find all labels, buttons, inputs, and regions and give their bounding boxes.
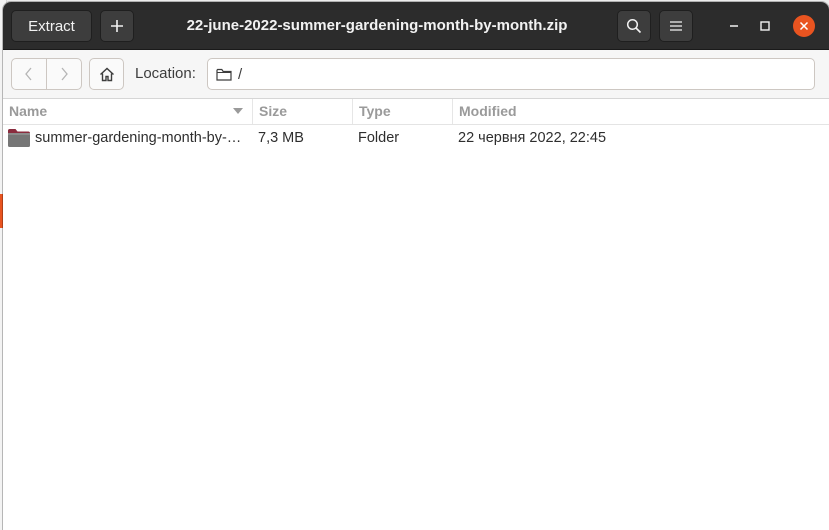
- menu-button[interactable]: [659, 10, 693, 42]
- extract-button[interactable]: Extract: [11, 10, 92, 42]
- folder-icon: [8, 129, 30, 147]
- archive-manager-window: Extract 22-june-2022-summer-gardening-mo…: [3, 2, 829, 530]
- header-bar: Extract 22-june-2022-summer-gardening-mo…: [3, 2, 829, 50]
- maximize-icon: [760, 21, 770, 31]
- chevron-right-icon: [61, 67, 68, 81]
- minimize-icon: [730, 25, 738, 27]
- location-label: Location:: [135, 65, 196, 82]
- row-size: 7,3 MB: [258, 130, 304, 146]
- back-button[interactable]: [11, 58, 47, 90]
- row-name: summer-gardening-month-by-…: [35, 130, 242, 146]
- column-header-name[interactable]: Name: [3, 99, 253, 124]
- home-button[interactable]: [89, 58, 124, 90]
- close-button[interactable]: [793, 15, 815, 37]
- close-icon: [799, 21, 809, 31]
- home-icon: [99, 67, 114, 81]
- search-icon: [626, 18, 642, 34]
- folder-icon: [216, 68, 232, 81]
- chevron-left-icon: [25, 67, 32, 81]
- window-title: 22-june-2022-summer-gardening-month-by-m…: [186, 17, 568, 34]
- location-path: /: [238, 65, 243, 83]
- column-header-size-label: Size: [259, 103, 288, 119]
- plus-icon: [111, 20, 123, 32]
- row-type: Folder: [358, 130, 400, 146]
- row-name-cell: summer-gardening-month-by-…: [7, 125, 247, 151]
- column-header-type-label: Type: [359, 103, 391, 119]
- hamburger-menu-icon: [670, 21, 682, 31]
- row-modified: 22 червня 2022, 22:45: [458, 130, 607, 146]
- location-field[interactable]: /: [207, 58, 815, 90]
- column-header-modified[interactable]: Modified: [453, 99, 829, 124]
- column-headers: Name Size Type Modified: [3, 99, 829, 125]
- extract-button-label: Extract: [28, 17, 75, 35]
- sort-descending-icon: [233, 108, 243, 114]
- column-header-size[interactable]: Size: [253, 99, 353, 124]
- table-row[interactable]: summer-gardening-month-by-… 7,3 MB Folde…: [3, 125, 829, 151]
- add-files-button[interactable]: [100, 10, 134, 42]
- file-list: Name Size Type Modified summer-gardening…: [3, 99, 829, 530]
- column-header-modified-label: Modified: [459, 103, 517, 119]
- minimize-button[interactable]: [723, 15, 745, 37]
- column-header-type[interactable]: Type: [353, 99, 453, 124]
- location-toolbar: Location: /: [3, 50, 829, 99]
- column-header-name-label: Name: [9, 103, 48, 119]
- forward-button[interactable]: [46, 58, 82, 90]
- search-button[interactable]: [617, 10, 651, 42]
- maximize-button[interactable]: [754, 15, 776, 37]
